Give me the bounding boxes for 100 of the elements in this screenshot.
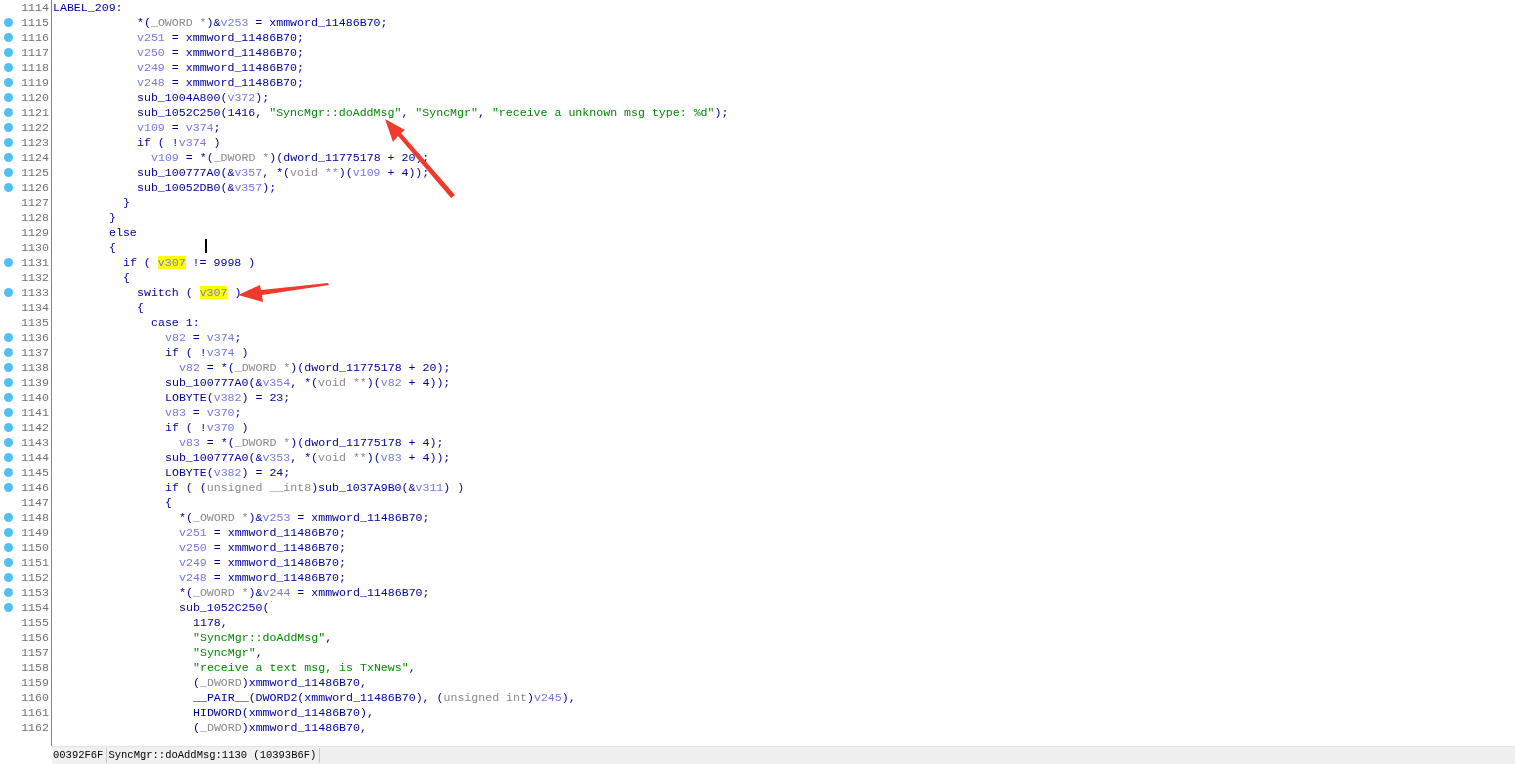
breakpoint-dot[interactable]	[4, 468, 13, 477]
breakpoint-dot[interactable]	[4, 78, 13, 87]
code-line: LOBYTE(v382) = 24;	[165, 465, 291, 480]
code-line: if ( !v374 )	[165, 345, 249, 360]
breakpoint-dot[interactable]	[4, 63, 13, 72]
line-number: 1144	[21, 450, 49, 465]
breakpoint-dot[interactable]	[4, 258, 13, 267]
line-number: 1133	[21, 285, 49, 300]
line-number: 1116	[21, 30, 49, 45]
code-line: (_DWORD)xmmword_11486B70,	[193, 720, 367, 735]
code-line: "SyncMgr::doAddMsg",	[193, 630, 333, 645]
breakpoint-dot[interactable]	[4, 528, 13, 537]
code-line: v249 = xmmword_11486B70;	[179, 555, 346, 570]
code-line: else	[109, 225, 137, 240]
breakpoint-dot[interactable]	[4, 153, 13, 162]
line-number: 1149	[21, 525, 49, 540]
breakpoint-dot[interactable]	[4, 588, 13, 597]
line-number: 1146	[21, 480, 49, 495]
breakpoint-dot[interactable]	[4, 48, 13, 57]
line-number: 1131	[21, 255, 49, 270]
line-number: 1135	[21, 315, 49, 330]
line-number: 1153	[21, 585, 49, 600]
line-number: 1162	[21, 720, 49, 735]
code-line: case 1:	[151, 315, 200, 330]
code-line: {	[165, 495, 172, 510]
breakpoint-dot[interactable]	[4, 168, 13, 177]
breakpoint-dot[interactable]	[4, 33, 13, 42]
code-line: sub_1004A800(v372);	[137, 90, 270, 105]
line-number: 1136	[21, 330, 49, 345]
code-line: (_DWORD)xmmword_11486B70,	[193, 675, 367, 690]
code-line: __PAIR__(DWORD2(xmmword_11486B70), (unsigned int)v245),	[193, 690, 576, 705]
code-line: sub_100777A0(&v357, *(void **)(v109 + 4));	[137, 165, 430, 180]
line-number: 1157	[21, 645, 49, 660]
breakpoint-dot[interactable]	[4, 393, 13, 402]
line-number: 1140	[21, 390, 49, 405]
code-line: {	[123, 270, 130, 285]
line-number: 1122	[21, 120, 49, 135]
breakpoint-dot[interactable]	[4, 93, 13, 102]
code-line: *(_OWORD *)&v253 = xmmword_11486B70;	[179, 510, 430, 525]
breakpoint-dot[interactable]	[4, 558, 13, 567]
breakpoint-dot[interactable]	[4, 183, 13, 192]
code-line: if ( (unsigned __int8)sub_1037A9B0(&v311) )	[165, 480, 465, 495]
code-line: sub_100777A0(&v353, *(void **)(v83 + 4));	[165, 450, 451, 465]
breakpoint-dot[interactable]	[4, 453, 13, 462]
breakpoint-dot[interactable]	[4, 603, 13, 612]
line-number: 1152	[21, 570, 49, 585]
line-number: 1156	[21, 630, 49, 645]
breakpoint-dot[interactable]	[4, 348, 13, 357]
code-line: sub_1052C250(	[179, 600, 270, 615]
line-number: 1125	[21, 165, 49, 180]
line-number: 1127	[21, 195, 49, 210]
breakpoint-dot[interactable]	[4, 333, 13, 342]
line-number: 1137	[21, 345, 49, 360]
line-number: 1123	[21, 135, 49, 150]
breakpoint-dot[interactable]	[4, 288, 13, 297]
breakpoint-dot[interactable]	[4, 543, 13, 552]
code-line: LOBYTE(v382) = 23;	[165, 390, 291, 405]
line-number: 1121	[21, 105, 49, 120]
line-number: 1161	[21, 705, 49, 720]
code-line: v250 = xmmword_11486B70;	[137, 45, 304, 60]
line-number: 1160	[21, 690, 49, 705]
code-line: {	[109, 240, 116, 255]
code-line: *(_OWORD *)&v253 = xmmword_11486B70;	[137, 15, 388, 30]
code-line: v249 = xmmword_11486B70;	[137, 60, 304, 75]
code-line: switch ( v307 )	[137, 285, 242, 300]
code-line: v248 = xmmword_11486B70;	[179, 570, 346, 585]
breakpoint-dot[interactable]	[4, 423, 13, 432]
code-line: "receive a text msg, is TxNews",	[193, 660, 416, 675]
status-bar-field: SyncMgr::doAddMsg:1130 (10393B6F)	[107, 748, 321, 763]
line-number: 1141	[21, 405, 49, 420]
breakpoint-dot[interactable]	[4, 438, 13, 447]
code-line: HIDWORD(xmmword_11486B70),	[193, 705, 374, 720]
breakpoint-dot[interactable]	[4, 18, 13, 27]
breakpoint-dot[interactable]	[4, 483, 13, 492]
code-line: *(_OWORD *)&v244 = xmmword_11486B70;	[179, 585, 430, 600]
line-number: 1115	[21, 15, 49, 30]
breakpoint-dot[interactable]	[4, 123, 13, 132]
code-line: 1178,	[193, 615, 228, 630]
breakpoint-dot[interactable]	[4, 138, 13, 147]
code-line: sub_100777A0(&v354, *(void **)(v82 + 4));	[165, 375, 451, 390]
code-line: v83 = *(_DWORD *)(dword_11775178 + 4);	[179, 435, 444, 450]
code-line: v82 = v374;	[165, 330, 242, 345]
line-number: 1132	[21, 270, 49, 285]
line-number: 1134	[21, 300, 49, 315]
line-number: 1128	[21, 210, 49, 225]
breakpoint-dot[interactable]	[4, 408, 13, 417]
code-line: v109 = v374;	[137, 120, 221, 135]
code-line: if ( !v370 )	[165, 420, 249, 435]
breakpoint-dot[interactable]	[4, 363, 13, 372]
code-line: LABEL_209:	[53, 0, 123, 15]
breakpoint-dot[interactable]	[4, 513, 13, 522]
line-number: 1147	[21, 495, 49, 510]
line-number: 1159	[21, 675, 49, 690]
breakpoint-dot[interactable]	[4, 108, 13, 117]
breakpoint-dot[interactable]	[4, 378, 13, 387]
code-line: }	[123, 195, 130, 210]
line-number: 1154	[21, 600, 49, 615]
line-number: 1151	[21, 555, 49, 570]
breakpoint-dot[interactable]	[4, 573, 13, 582]
code-line: {	[137, 300, 144, 315]
